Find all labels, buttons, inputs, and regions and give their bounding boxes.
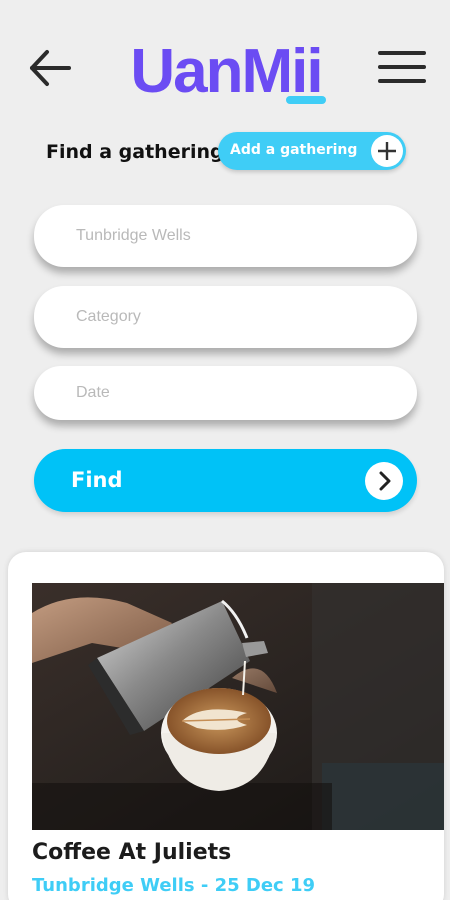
add-gathering-button[interactable]: Add a gathering bbox=[218, 132, 406, 170]
chevron-right-icon bbox=[379, 471, 391, 491]
plus-icon bbox=[378, 142, 396, 160]
find-button[interactable]: Find bbox=[34, 449, 417, 512]
gathering-subtitle: Tunbridge Wells - 25 Dec 19 bbox=[32, 875, 316, 896]
logo-underline bbox=[286, 96, 326, 104]
logo-text: UanMii bbox=[130, 37, 321, 106]
hamburger-menu-icon bbox=[378, 51, 426, 83]
app-header: UanMii bbox=[0, 0, 450, 120]
arrow-left-icon bbox=[30, 50, 71, 86]
back-button[interactable] bbox=[26, 46, 74, 90]
gathering-title: Coffee At Juliets bbox=[32, 840, 232, 865]
section-title: Find a gathering bbox=[46, 141, 224, 163]
date-field-wrapper bbox=[34, 366, 417, 420]
gathering-card[interactable]: Coffee At Juliets Tunbridge Wells - 25 D… bbox=[8, 552, 444, 900]
category-field-wrapper bbox=[34, 286, 417, 348]
location-input[interactable] bbox=[34, 205, 417, 267]
category-input[interactable] bbox=[34, 286, 417, 348]
find-button-label: Find bbox=[71, 468, 123, 492]
latte-art-photo bbox=[32, 583, 444, 830]
date-input[interactable] bbox=[34, 366, 417, 420]
find-arrow-circle bbox=[365, 462, 403, 500]
location-field-wrapper bbox=[34, 205, 417, 267]
add-icon-circle bbox=[371, 135, 403, 167]
app-logo: UanMii bbox=[130, 37, 326, 106]
menu-button[interactable] bbox=[376, 48, 428, 88]
add-gathering-label: Add a gathering bbox=[230, 142, 358, 158]
